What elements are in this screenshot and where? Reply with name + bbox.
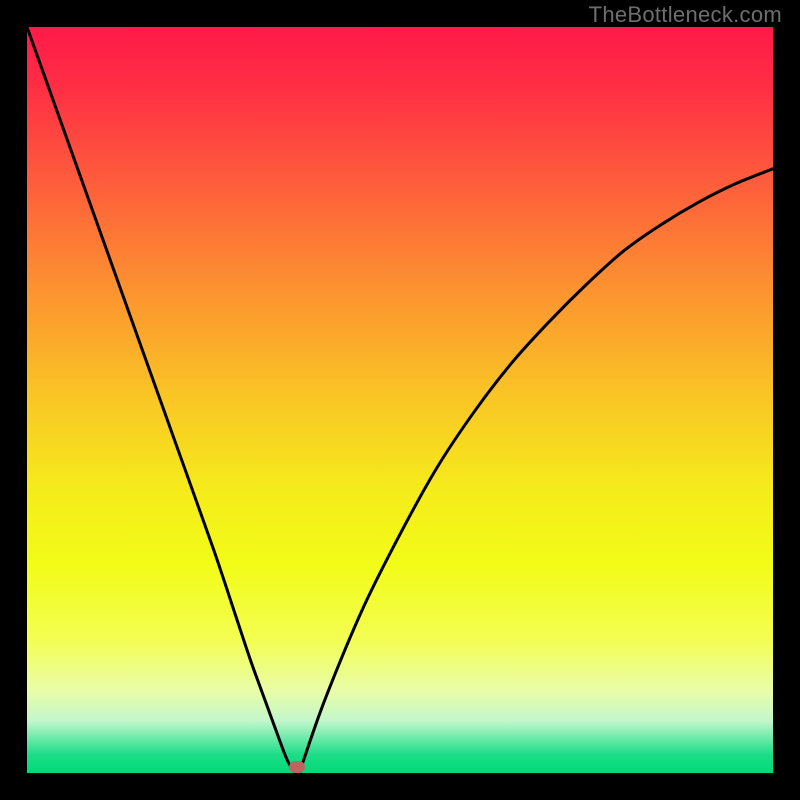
watermark-text: TheBottleneck.com bbox=[589, 2, 782, 28]
chart-frame: TheBottleneck.com bbox=[0, 0, 800, 800]
plot-area bbox=[27, 27, 773, 773]
bottleneck-curve bbox=[27, 27, 773, 773]
optimum-point-marker bbox=[289, 761, 305, 773]
